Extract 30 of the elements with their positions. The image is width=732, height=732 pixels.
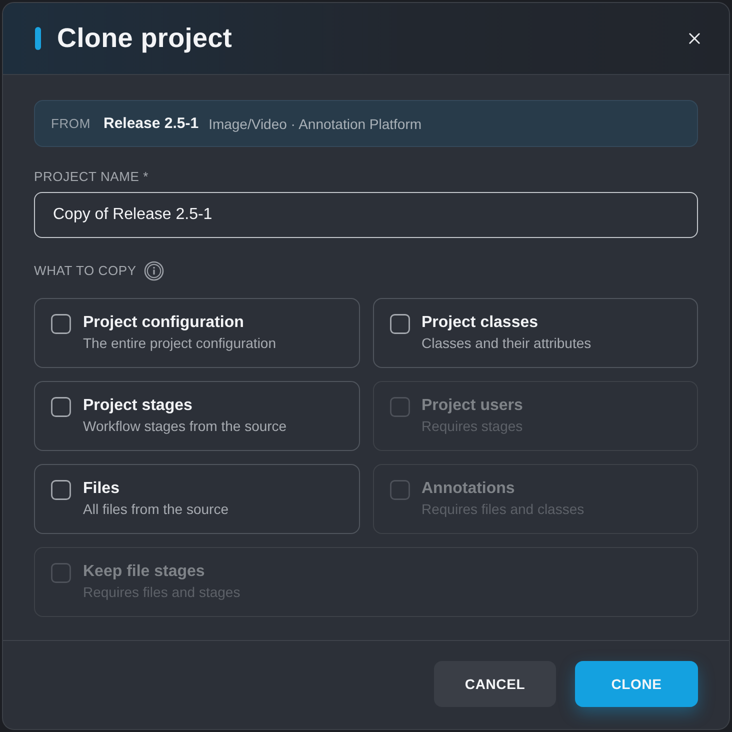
option-card[interactable]: Project configuration The entire project configuration bbox=[34, 298, 360, 368]
option-description: Workflow stages from the source bbox=[83, 418, 287, 435]
cancel-button[interactable]: CANCEL bbox=[434, 661, 556, 707]
option-card[interactable]: Files All files from the source bbox=[34, 464, 360, 534]
option-description: All files from the source bbox=[83, 501, 228, 518]
option-title: Project stages bbox=[83, 396, 192, 415]
option-description: Classes and their attributes bbox=[422, 335, 592, 352]
project-name-input[interactable]: Copy of Release 2.5-1 bbox=[34, 192, 698, 238]
checkbox[interactable] bbox=[51, 480, 71, 500]
option-card[interactable]: Project classes Classes and their attributes bbox=[372, 298, 698, 368]
option-title: Project users bbox=[422, 396, 523, 415]
field-label: PROJECT NAME * bbox=[34, 169, 148, 185]
checkbox[interactable] bbox=[51, 314, 71, 334]
dialog-title: Clone project bbox=[57, 23, 234, 54]
checkbox[interactable] bbox=[390, 314, 410, 334]
option-card[interactable]: Project stages Workflow stages from the source bbox=[34, 381, 360, 451]
option-title: Project classes bbox=[422, 313, 538, 332]
source-label: FROM bbox=[51, 116, 90, 131]
option-title: Files bbox=[83, 479, 120, 498]
source-details: Image/Video · Annotation Platform bbox=[208, 116, 422, 132]
option-title: Annotations bbox=[422, 479, 515, 498]
option-description: The entire project configuration bbox=[83, 335, 276, 352]
info-icon[interactable] bbox=[144, 261, 164, 281]
section-label: WHAT TO COPY bbox=[34, 263, 136, 279]
checkbox[interactable] bbox=[51, 397, 71, 417]
option-title: Project configuration bbox=[83, 313, 244, 332]
accent-bar-icon bbox=[35, 27, 41, 50]
close-icon bbox=[689, 33, 700, 44]
source-project-name: Release 2.5-1 bbox=[103, 115, 199, 132]
option-title: Keep file stages bbox=[83, 562, 205, 581]
